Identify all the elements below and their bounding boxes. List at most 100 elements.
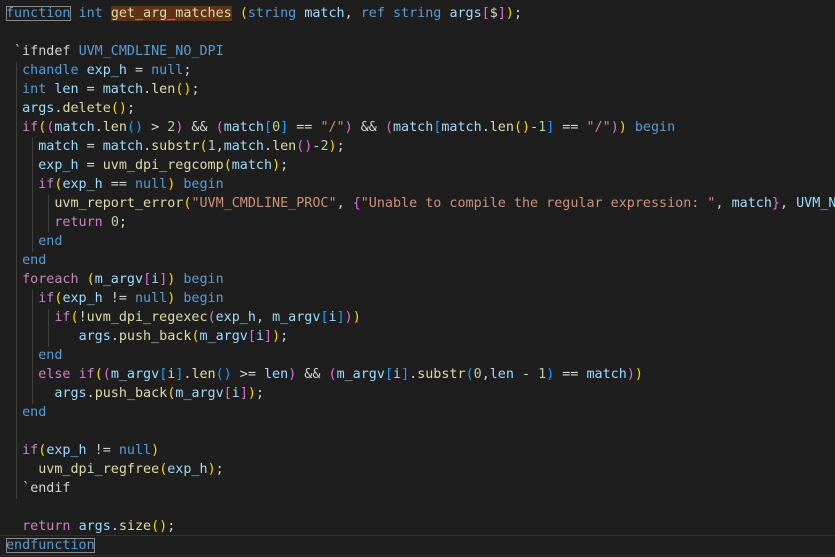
- code-token: UVM_NONE: [796, 196, 835, 211]
- code-token: m_argv: [336, 367, 385, 382]
- code-token: chandle: [22, 63, 79, 78]
- code-token: len: [151, 82, 176, 97]
- code-line[interactable]: if((match.len() > 2) && (match[0] == "/"…: [6, 118, 675, 137]
- code-line[interactable]: end: [6, 232, 62, 251]
- code-token: ]: [497, 6, 506, 21]
- code-token: `: [6, 44, 23, 59]
- code-token: i: [393, 367, 402, 382]
- code-token: int: [78, 6, 103, 21]
- code-token: ): [634, 367, 643, 382]
- code-token: .: [86, 386, 95, 401]
- code-line[interactable]: foreach (m_argv[i]) begin: [6, 270, 224, 289]
- code-token: len: [191, 367, 216, 382]
- code-token: end: [38, 348, 63, 363]
- code-token: return: [54, 215, 103, 230]
- code-token: (): [175, 82, 192, 97]
- code-token: (: [239, 6, 248, 21]
- code-line[interactable]: else if((m_argv[i].len() >= len) && (m_a…: [6, 365, 643, 384]
- code-token: 0: [473, 367, 482, 382]
- code-line[interactable]: args.push_back(m_argv[i]);: [6, 327, 289, 346]
- code-token: match: [393, 120, 434, 135]
- code-line[interactable]: args.push_back(m_argv[i]);: [6, 384, 264, 403]
- code-token: i: [255, 329, 264, 344]
- code-token: end: [38, 234, 63, 249]
- code-token: uvm_report_error: [54, 196, 184, 211]
- code-token: match: [441, 120, 482, 135]
- code-token: -: [530, 120, 539, 135]
- code-line[interactable]: return args.size();: [6, 517, 175, 536]
- code-token: ): [151, 443, 160, 458]
- code-line[interactable]: end: [6, 346, 62, 365]
- code-token: (: [102, 367, 111, 382]
- code-token: delete: [62, 101, 111, 116]
- code-token: "Unable to compile the regular expressio…: [360, 196, 716, 211]
- code-line[interactable]: if(exp_h != null) begin: [6, 289, 223, 308]
- code-token: args: [78, 519, 111, 534]
- code-token: if: [38, 177, 55, 192]
- code-editor[interactable]: function int get_arg_matches (string mat…: [0, 0, 835, 557]
- code-token: ref: [360, 6, 385, 21]
- code-line[interactable]: end: [6, 403, 46, 422]
- code-token: (: [70, 310, 79, 325]
- code-line[interactable]: if(exp_h == null) begin: [6, 175, 223, 194]
- code-line[interactable]: args.delete();: [6, 99, 135, 118]
- code-token: ]: [264, 329, 273, 344]
- code-token: ,: [336, 196, 353, 211]
- code-token: string: [393, 6, 442, 21]
- code-line[interactable]: uvm_report_error("UVM_CMDLINE_PROC", {"U…: [6, 194, 835, 213]
- code-token: if: [54, 310, 71, 325]
- code-token: else: [38, 367, 71, 382]
- code-token: (: [223, 158, 232, 173]
- code-token: =: [78, 139, 103, 154]
- code-line[interactable]: match = match.substr(1,match.len()-2);: [6, 137, 344, 156]
- code-token: ;: [183, 63, 192, 78]
- code-token: begin: [183, 272, 224, 287]
- code-token: if: [78, 367, 95, 382]
- code-token: ;: [191, 82, 200, 97]
- code-token: len: [264, 367, 289, 382]
- code-token: push_back: [118, 329, 192, 344]
- code-line[interactable]: uvm_dpi_regfree(exp_h);: [6, 460, 223, 479]
- code-line[interactable]: `ifndef UVM_CMDLINE_NO_DPI: [6, 42, 224, 61]
- code-token: ;: [118, 215, 127, 230]
- code-token: ;: [167, 519, 176, 534]
- code-token: endif: [30, 481, 71, 496]
- code-token: ,: [715, 196, 732, 211]
- code-line[interactable]: chandle exp_h = null;: [6, 61, 191, 80]
- code-line[interactable]: return 0;: [6, 213, 127, 232]
- code-line[interactable]: end: [6, 251, 46, 270]
- code-line[interactable]: exp_h = uvm_dpi_regcomp(match);: [6, 156, 288, 175]
- code-token: if: [38, 291, 55, 306]
- code-line[interactable]: if(exp_h != null): [6, 441, 159, 460]
- code-line[interactable]: int len = match.len();: [6, 80, 200, 99]
- code-token: uvm_dpi_regfree: [38, 462, 160, 477]
- code-line[interactable]: function int get_arg_matches (string mat…: [6, 4, 522, 23]
- code-token: "/": [320, 120, 345, 135]
- code-token: >: [143, 120, 168, 135]
- code-token: ]: [401, 367, 410, 382]
- code-token: .: [481, 120, 490, 135]
- code-token: (: [215, 120, 224, 135]
- code-line[interactable]: endfunction: [6, 536, 95, 555]
- code-token: 1: [538, 120, 547, 135]
- code-token: ): [610, 120, 619, 135]
- code-line[interactable]: if(!uvm_dpi_regexec(exp_h, m_argv[i])): [6, 308, 360, 327]
- code-token: [: [320, 310, 329, 325]
- code-line[interactable]: `endif: [6, 479, 71, 498]
- code-token: (): [110, 101, 127, 116]
- code-token: [: [264, 120, 273, 135]
- code-token: !: [78, 310, 87, 325]
- code-token: (): [513, 120, 531, 135]
